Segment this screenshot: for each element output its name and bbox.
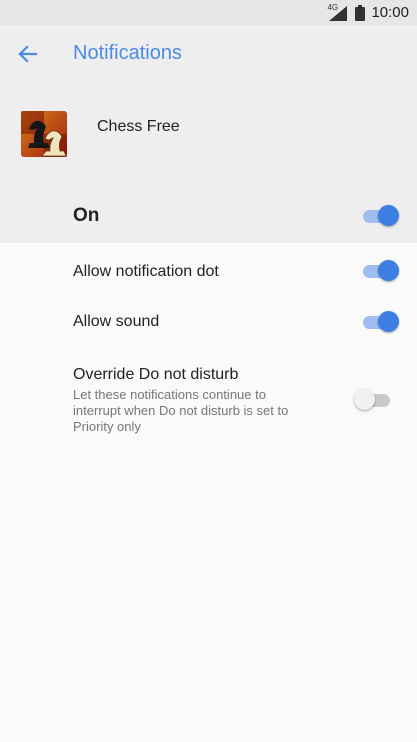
status-icons: 4G 10:00 [327, 0, 409, 25]
override-dnd-label: Override Do not disturb [73, 366, 239, 383]
battery-icon [355, 4, 366, 21]
override-dnd-row[interactable]: Override Do not disturb Let these notifi… [0, 362, 417, 442]
allow-sound-row[interactable]: Allow sound [0, 308, 417, 336]
notification-dot-label: Allow notification dot [73, 263, 219, 280]
override-dnd-switch[interactable] [354, 389, 390, 411]
master-notifications-switch[interactable] [363, 205, 399, 227]
signal-indicator: 4G [327, 3, 349, 22]
page-title: Notifications [73, 42, 182, 64]
notification-dot-row[interactable]: Allow notification dot [0, 258, 417, 286]
app-notification-header: Notifications Chess Free On [0, 25, 417, 243]
switch-thumb [378, 260, 399, 281]
switch-thumb [378, 311, 399, 332]
status-bar: 4G 10:00 [0, 0, 417, 25]
chess-app-icon [20, 110, 70, 160]
switch-thumb [378, 205, 399, 226]
override-dnd-description: Let these notifications continue to inte… [73, 387, 289, 434]
master-toggle-row[interactable]: On [0, 190, 417, 242]
signal-icon [329, 5, 348, 21]
switch-thumb [354, 389, 375, 410]
app-name: Chess Free [97, 118, 180, 135]
back-arrow-icon [18, 45, 38, 63]
notification-dot-switch[interactable] [363, 260, 399, 282]
allow-sound-label: Allow sound [73, 313, 160, 330]
clock: 10:00 [371, 4, 409, 21]
allow-sound-switch[interactable] [363, 311, 399, 333]
back-button[interactable] [12, 38, 44, 70]
master-toggle-label: On [73, 205, 100, 226]
